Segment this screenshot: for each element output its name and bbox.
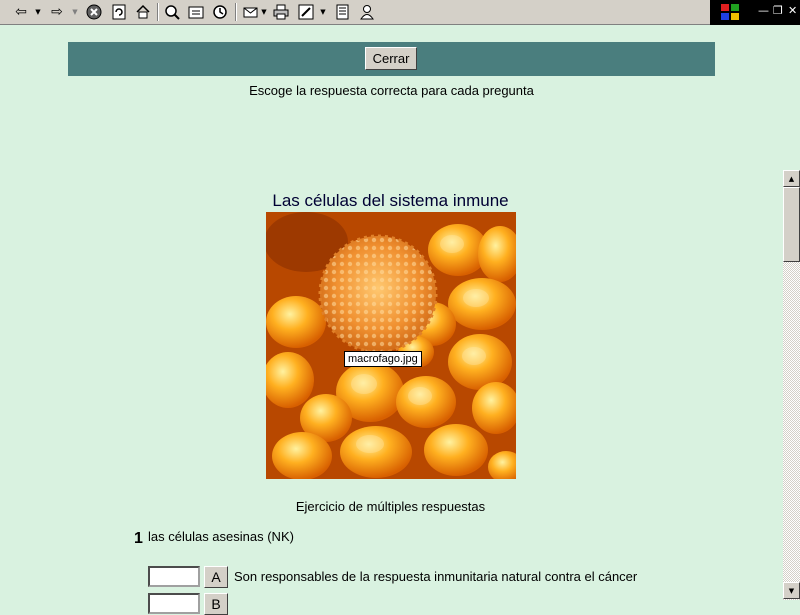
macrophage-image xyxy=(266,212,516,479)
answer-input[interactable] xyxy=(148,593,200,614)
window-controls: — ❐ ✕ xyxy=(710,0,800,25)
answer-button[interactable]: A xyxy=(204,566,228,588)
refresh-icon[interactable] xyxy=(110,3,128,21)
mail-dropdown-icon[interactable]: ▼ xyxy=(260,3,268,21)
question-text: las células asesinas (NK) xyxy=(148,529,294,544)
restore-icon[interactable]: ❐ xyxy=(773,4,783,18)
toolbar-separator xyxy=(157,3,159,21)
exercise-title: Ejercicio de múltiples respuestas xyxy=(295,499,486,514)
instruction-text: Escoge la respuesta correcta para cada p… xyxy=(249,83,534,98)
edit-dropdown-icon[interactable]: ▼ xyxy=(319,3,327,21)
forward-dropdown-icon[interactable]: ▼ xyxy=(71,3,79,21)
forward-icon[interactable]: ⇨ xyxy=(48,3,66,21)
edit-icon[interactable] xyxy=(297,3,315,21)
answer-input[interactable] xyxy=(148,566,200,587)
macrophage-illustration xyxy=(266,212,516,479)
history-icon[interactable] xyxy=(211,3,229,21)
minimize-icon[interactable]: — xyxy=(758,4,769,18)
back-dropdown-icon[interactable]: ▼ xyxy=(34,3,42,21)
toolbar-separator xyxy=(235,3,237,21)
vertical-scrollbar[interactable]: ▲ ▼ xyxy=(783,170,800,600)
favorites-icon[interactable] xyxy=(187,3,205,21)
question-number: 1 xyxy=(134,530,143,547)
messenger-icon[interactable] xyxy=(358,3,376,21)
image-tooltip: macrofago.jpg xyxy=(344,351,422,367)
header-bar: Cerrar xyxy=(68,42,715,76)
close-window-icon[interactable]: ✕ xyxy=(788,4,797,18)
scrollbar-thumb[interactable] xyxy=(783,187,800,262)
browser-toolbar: ⇦ ▼ ⇨ ▼ ▼ ▼ — ❐ ✕ xyxy=(0,0,800,25)
answer-button[interactable]: B xyxy=(204,593,228,615)
home-icon[interactable] xyxy=(134,3,152,21)
page-title: Las células del sistema inmune xyxy=(272,191,509,210)
discuss-icon[interactable] xyxy=(334,3,352,21)
windows-logo-icon xyxy=(721,4,739,20)
scroll-down-icon[interactable]: ▼ xyxy=(783,582,800,599)
search-icon[interactable] xyxy=(163,3,181,21)
close-button[interactable]: Cerrar xyxy=(365,47,417,70)
scroll-up-icon[interactable]: ▲ xyxy=(783,170,800,187)
print-icon[interactable] xyxy=(272,3,290,21)
back-icon[interactable]: ⇦ xyxy=(12,3,30,21)
answer-text: Son responsables de la respuesta inmunit… xyxy=(234,569,638,584)
stop-icon[interactable] xyxy=(85,3,103,21)
mail-icon[interactable] xyxy=(242,3,260,21)
